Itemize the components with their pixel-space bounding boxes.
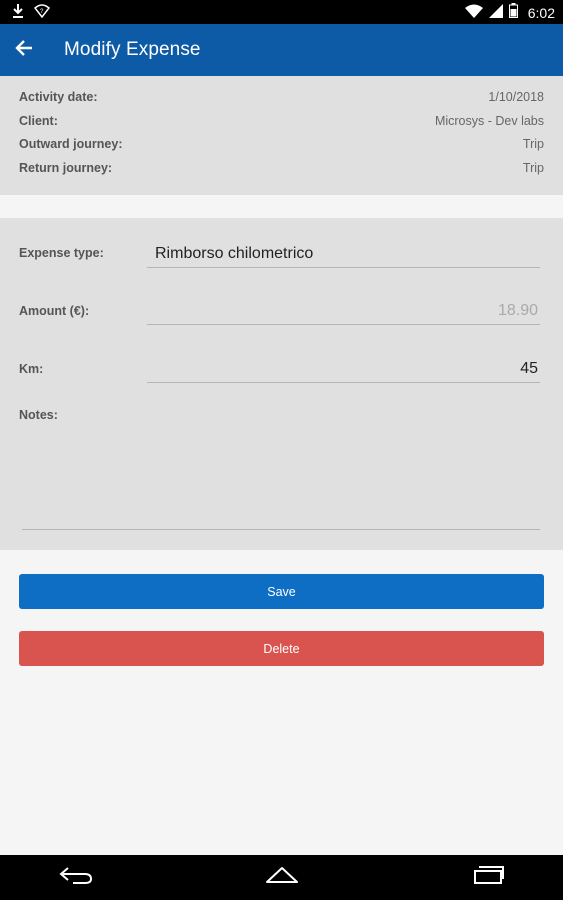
info-value: Microsys - Dev labs <box>434 113 544 128</box>
notes-textarea[interactable] <box>22 440 540 530</box>
expense-type-label: Expense type: <box>19 246 104 260</box>
info-label: Client: <box>19 113 58 128</box>
recents-nav-icon <box>471 865 505 890</box>
expense-type-value: Rimborso chilometrico <box>155 245 314 262</box>
km-input[interactable]: 45 <box>147 353 540 383</box>
back-nav-button[interactable] <box>36 855 116 900</box>
download-icon <box>12 3 24 24</box>
info-label: Outward journey: <box>19 137 123 151</box>
battery-icon <box>508 3 518 23</box>
info-value: Trip <box>522 160 544 175</box>
app-bar: Modify Expense <box>0 24 563 76</box>
wifi-icon <box>464 4 483 23</box>
delete-button[interactable]: Delete <box>19 631 544 666</box>
amount-field: 18.90 <box>147 295 540 325</box>
expense-form-panel: Expense type: Rimborso chilometrico Amou… <box>0 218 563 550</box>
amount-value: 18.90 <box>497 302 538 319</box>
home-nav-icon <box>264 865 300 890</box>
status-bar: ? 6:02 <box>0 0 563 24</box>
status-time: 6:02 <box>527 5 555 21</box>
page-title: Modify Expense <box>64 39 201 60</box>
navigation-bar <box>0 855 563 900</box>
back-nav-icon <box>59 865 93 890</box>
amount-label: Amount (€): <box>19 304 90 318</box>
activity-info-panel: Activity date: 1/10/2018 Client: Microsy… <box>0 76 563 195</box>
home-nav-button[interactable] <box>242 855 322 900</box>
info-label: Activity date: <box>19 90 98 104</box>
info-row-return-journey: Return journey: Trip <box>19 161 544 185</box>
expense-type-select[interactable]: Rimborso chilometrico <box>147 238 540 268</box>
back-button[interactable] <box>0 24 52 76</box>
arrow-back-icon <box>15 39 33 61</box>
info-value: 1/10/2018 <box>488 90 544 104</box>
save-button[interactable]: Save <box>19 574 544 609</box>
info-row-client: Client: Microsys - Dev labs <box>19 114 544 138</box>
km-label: Km: <box>19 362 44 376</box>
info-row-activity-date: Activity date: 1/10/2018 <box>19 90 544 114</box>
recents-nav-button[interactable] <box>448 855 528 900</box>
signal-icon <box>488 3 503 23</box>
info-label: Return journey: <box>19 160 113 175</box>
info-value: Trip <box>522 137 544 151</box>
wifi-signal-icon: ? <box>33 4 51 23</box>
km-value: 45 <box>520 360 538 377</box>
notes-label: Notes: <box>19 408 58 422</box>
info-row-outward-journey: Outward journey: Trip <box>19 137 544 161</box>
